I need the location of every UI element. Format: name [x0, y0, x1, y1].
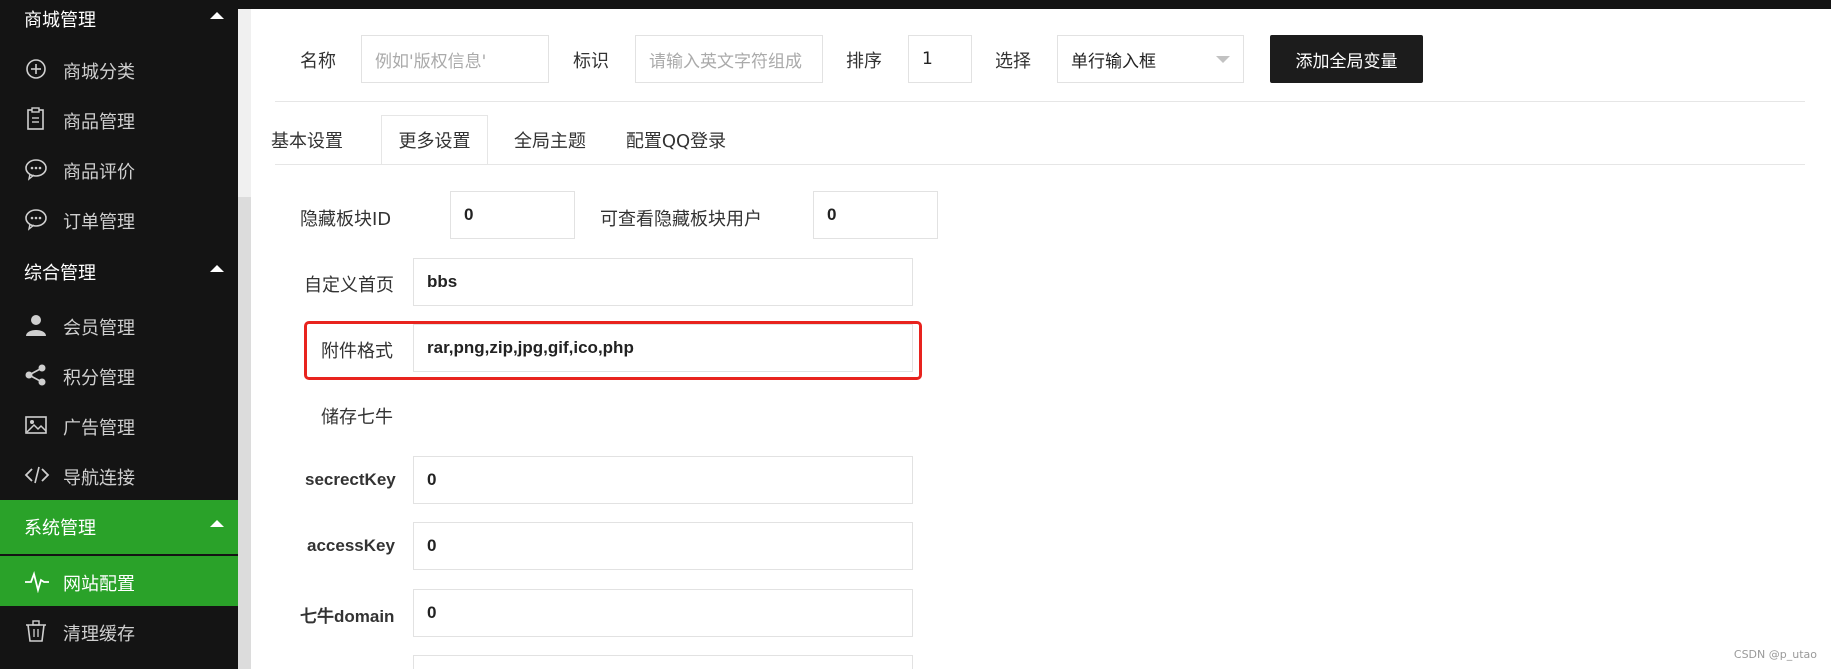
clipboard-icon [24, 107, 50, 131]
caret-up-icon [210, 265, 224, 272]
hidden-block-id-label: 隐藏板块ID [300, 209, 392, 230]
chevron-down-icon [1216, 56, 1230, 63]
caret-up-icon [210, 520, 224, 527]
sidebar: 商城管理 商城分类 商品管理 商品评价 订单管理 综合管理 会员管理 积分管理 … [0, 0, 238, 669]
sidebar-group-label: 商城管理 [24, 10, 96, 31]
sidebar-scroll-thumb[interactable] [238, 9, 251, 197]
watermark: CSDN @p_utao [1733, 648, 1817, 661]
tab-qq-login[interactable]: 配置QQ登录 [601, 115, 751, 165]
var-sort-input[interactable]: 1 [908, 35, 972, 83]
tab-global-theme[interactable]: 全局主题 [499, 115, 601, 165]
var-sort-label: 排序 [846, 51, 882, 72]
chat-icon [24, 207, 50, 231]
qiniu-domain-label: 七牛domain [300, 607, 395, 626]
tabs-divider [275, 164, 1805, 165]
var-name-input[interactable]: 例如'版权信息' [361, 35, 549, 83]
secret-key-input[interactable]: 0 [413, 456, 913, 504]
sidebar-item-label: 商品评价 [63, 162, 135, 183]
sidebar-item-label: 积分管理 [63, 368, 135, 389]
code-icon [24, 463, 50, 487]
highlight-box [304, 321, 922, 380]
sidebar-item-label: 订单管理 [63, 212, 135, 233]
pulse-icon [24, 569, 50, 594]
sidebar-item-members[interactable]: 会员管理 [0, 300, 238, 350]
sidebar-item-label: 导航连接 [63, 468, 135, 489]
secret-key-label: secrectKey [305, 470, 396, 489]
sidebar-item-points[interactable]: 积分管理 [0, 350, 238, 400]
share-icon [24, 363, 50, 387]
sidebar-item-label: 网站配置 [63, 574, 135, 595]
access-key-input[interactable]: 0 [413, 522, 913, 570]
sidebar-item-nav-links[interactable]: 导航连接 [0, 450, 238, 500]
divider [275, 101, 1805, 102]
var-ident-label: 标识 [573, 51, 609, 72]
var-type-label: 选择 [995, 51, 1031, 72]
qiniu-storage-label: 储存七牛 [321, 407, 393, 428]
plus-circle-icon [24, 57, 50, 81]
next-field-input[interactable] [413, 655, 913, 669]
trash-icon [24, 619, 50, 643]
sidebar-item-ads[interactable]: 广告管理 [0, 400, 238, 450]
caret-up-icon [210, 12, 224, 19]
tab-more-settings[interactable]: 更多设置 [381, 115, 488, 165]
sidebar-item-products[interactable]: 商品管理 [0, 94, 238, 144]
sidebar-item-reviews[interactable]: 商品评价 [0, 144, 238, 194]
chat-icon [24, 157, 50, 181]
hidden-block-users-input[interactable]: 0 [813, 191, 938, 239]
sidebar-group-label: 系统管理 [24, 518, 96, 539]
var-type-select[interactable]: 单行输入框 [1057, 35, 1244, 83]
sidebar-item-orders[interactable]: 订单管理 [0, 194, 238, 244]
tab-basic-settings[interactable]: 基本设置 [257, 115, 357, 165]
access-key-label: accessKey [307, 536, 395, 555]
var-name-label: 名称 [300, 51, 336, 72]
hidden-block-id-input[interactable]: 0 [450, 191, 575, 239]
top-bar [0, 0, 1831, 9]
sidebar-item-label: 商城分类 [63, 62, 135, 83]
custom-homepage-input[interactable]: bbs [413, 258, 913, 306]
image-icon [24, 413, 50, 437]
hidden-block-users-label: 可查看隐藏板块用户 [600, 209, 762, 230]
sidebar-item-mall-category[interactable]: 商城分类 [0, 44, 238, 94]
custom-homepage-label: 自定义首页 [304, 275, 394, 296]
qiniu-domain-input[interactable]: 0 [413, 589, 913, 637]
sidebar-item-label: 清理缓存 [63, 624, 135, 645]
sidebar-item-label: 会员管理 [63, 318, 135, 339]
sidebar-group-label: 综合管理 [24, 263, 96, 284]
sidebar-item-label: 广告管理 [63, 418, 135, 439]
sidebar-group-system[interactable]: 系统管理 [0, 500, 238, 554]
var-ident-input[interactable]: 请输入英文字符组成 [635, 35, 823, 83]
sidebar-item-clear-cache[interactable]: 清理缓存 [0, 606, 238, 656]
sidebar-group-general[interactable]: 综合管理 [0, 245, 238, 295]
main-content: 名称 例如'版权信息' 标识 请输入英文字符组成 排序 1 选择 单行输入框 添… [251, 9, 1831, 669]
add-global-variable-button[interactable]: 添加全局变量 [1270, 35, 1423, 83]
var-type-selected: 单行输入框 [1071, 51, 1156, 72]
sidebar-item-site-config[interactable]: 网站配置 [0, 556, 238, 606]
sidebar-item-label: 商品管理 [63, 112, 135, 133]
user-icon [24, 313, 50, 337]
